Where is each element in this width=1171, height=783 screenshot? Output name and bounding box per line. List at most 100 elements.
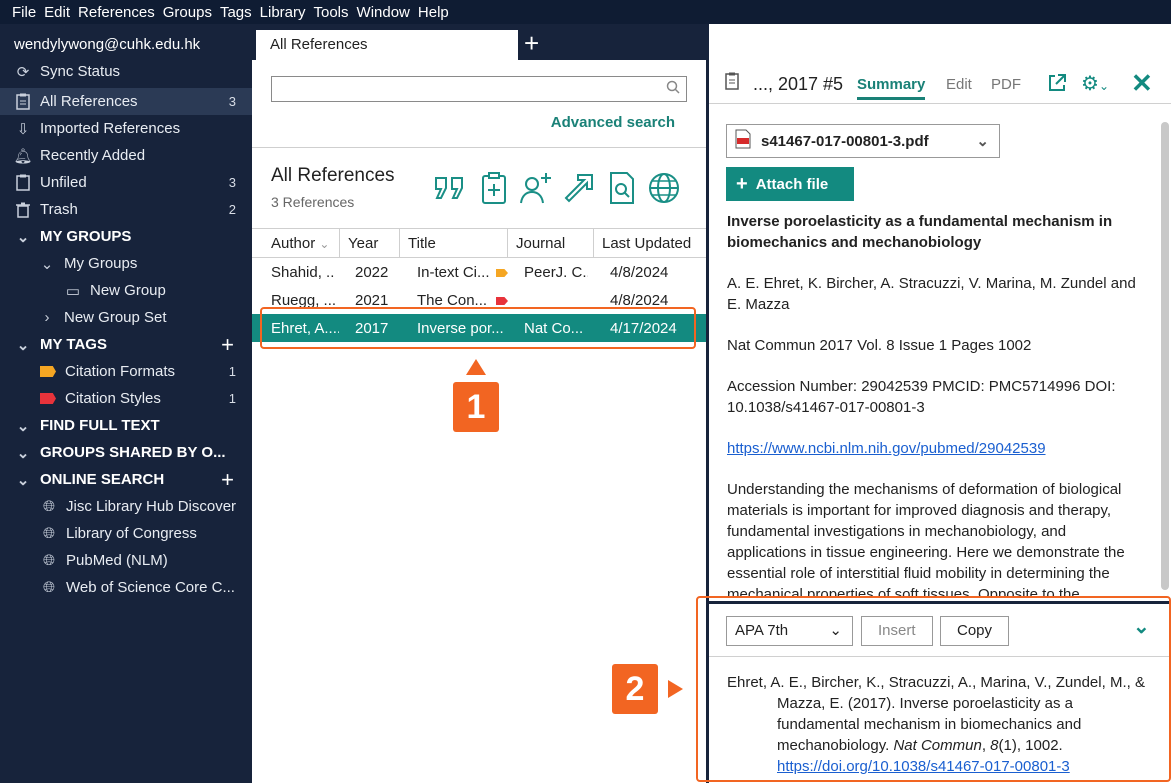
section-online-search[interactable]: ⌄ ONLINE SEARCH + (0, 466, 252, 493)
reference-icon (725, 72, 739, 94)
gear-icon[interactable]: ⚙⌄ (1081, 71, 1109, 96)
sidebar-item-tag-citation-styles[interactable]: Citation Styles 1 (0, 385, 252, 412)
sort-chevron-icon: ⌄ (319, 237, 330, 251)
add-tag-icon[interactable]: + (221, 332, 234, 358)
cell-year: 2022 (355, 264, 389, 281)
sync-icon: ⟳ (16, 63, 30, 81)
sidebar-item-trash[interactable]: Trash 2 (0, 196, 252, 223)
menu-library[interactable]: Library (260, 4, 306, 21)
sidebar-item-label: My Groups (64, 255, 138, 272)
callout-arrow-1 (466, 359, 486, 375)
sidebar-item-online-pubmed[interactable]: 🌐︎ PubMed (NLM) (0, 547, 252, 574)
reference-url[interactable]: https://www.ncbi.nlm.nih.gov/pubmed/2904… (727, 438, 1147, 459)
count-badge: 3 (228, 94, 236, 109)
menu-help[interactable]: Help (418, 4, 449, 21)
library-tab-bar: All References + (252, 24, 706, 60)
reference-abstract: Understanding the mechanisms of deformat… (727, 481, 1125, 598)
cell-author: Shahid, ... (271, 264, 335, 281)
column-author[interactable]: Author ⌄ (252, 229, 340, 257)
cell-journal: PeerJ. C... (524, 264, 588, 281)
export-arrow-icon[interactable] (560, 170, 596, 206)
menu-window[interactable]: Window (357, 4, 410, 21)
sidebar-item-imported[interactable]: ⇩ Imported References (0, 115, 252, 142)
menu-groups[interactable]: Groups (163, 4, 212, 21)
count-badge: 1 (228, 391, 236, 406)
section-label: GROUPS SHARED BY O... (40, 444, 226, 461)
tag-icon (496, 297, 508, 305)
scrollbar[interactable] (1161, 122, 1169, 590)
sidebar-item-new-group[interactable]: ▭ New Group (0, 277, 252, 304)
close-icon[interactable]: ✕ (1131, 70, 1153, 96)
online-search-globe-icon[interactable] (646, 170, 682, 206)
section-groups-shared[interactable]: ⌄ GROUPS SHARED BY O... (0, 439, 252, 466)
sidebar-item-label: All References (40, 93, 138, 110)
column-year[interactable]: Year (340, 229, 400, 257)
sidebar-item-sync[interactable]: ⟳ Sync Status (0, 58, 252, 85)
find-full-text-icon[interactable] (604, 170, 640, 206)
column-title[interactable]: Title (400, 229, 508, 257)
share-user-icon[interactable] (518, 170, 554, 206)
sidebar-item-label: Citation Formats (65, 363, 176, 380)
sidebar-item-unfiled[interactable]: Unfiled 3 (0, 169, 252, 196)
sidebar-item-recent[interactable]: 🔔︎ Recently Added (0, 142, 252, 169)
section-my-groups[interactable]: ⌄ MY GROUPS (0, 223, 252, 250)
reference-title: Inverse poroelasticity as a fundamental … (727, 213, 1113, 251)
sidebar-item-all-references[interactable]: All References 3 (0, 88, 252, 115)
quote-icon[interactable] (432, 170, 468, 206)
sidebar-item-online-jisc[interactable]: 🌐︎ Jisc Library Hub Discover (0, 493, 252, 520)
attach-file-button[interactable]: + Attach file (726, 167, 854, 201)
sidebar-item-label: Recently Added (40, 147, 146, 164)
menu-references[interactable]: References (78, 4, 155, 21)
menu-bar: File Edit References Groups Tags Library… (0, 0, 1171, 24)
sidebar-item-online-wos[interactable]: 🌐︎ Web of Science Core C... (0, 574, 252, 601)
tab-summary[interactable]: Summary (857, 76, 926, 100)
menu-edit[interactable]: Edit (44, 4, 70, 21)
callout-badge-2: 2 (612, 664, 658, 714)
account-email: wendylywong@cuhk.edu.hk (14, 36, 201, 53)
menu-tools[interactable]: Tools (314, 4, 349, 21)
chevron-right-icon: › (44, 309, 50, 326)
highlight-box-2 (696, 596, 1171, 782)
document-icon (14, 174, 32, 192)
globe-icon: 🌐︎ (42, 525, 55, 542)
detail-header: ..., 2017 #5 Summary Edit PDF ⚙⌄ ✕ (709, 24, 1171, 104)
divider (252, 147, 706, 148)
section-find-full-text[interactable]: ⌄ FIND FULL TEXT (0, 412, 252, 439)
count-badge: 2 (228, 202, 236, 217)
add-online-search-icon[interactable]: + (221, 467, 234, 493)
attach-file-label: Attach file (755, 175, 829, 193)
sidebar-item-label: Library of Congress (66, 525, 197, 542)
tab-pdf[interactable]: PDF (991, 76, 1021, 93)
sidebar-item-label: Web of Science Core C... (66, 579, 235, 596)
tab-edit[interactable]: Edit (946, 76, 972, 93)
count-badge: 3 (228, 175, 236, 190)
reference-detail-pane: ..., 2017 #5 Summary Edit PDF ⚙⌄ ✕ s4146… (696, 24, 1171, 783)
tab-all-references[interactable]: All References (256, 30, 518, 60)
document-icon (14, 93, 32, 111)
search-input[interactable] (271, 76, 687, 102)
menu-tags[interactable]: Tags (220, 4, 252, 21)
sidebar-item-new-group-set[interactable]: › New Group Set (0, 304, 252, 331)
table-header: Author ⌄ Year Title Journal Last Updated (252, 228, 706, 258)
pdf-attachment-select[interactable]: s41467-017-00801-3.pdf ⌄ (726, 124, 1000, 158)
sidebar-item-online-loc[interactable]: 🌐︎ Library of Congress (0, 520, 252, 547)
advanced-search-link[interactable]: Advanced search (551, 114, 675, 131)
sidebar-item-tag-citation-formats[interactable]: Citation Formats 1 (0, 358, 252, 385)
tag-icon (496, 269, 508, 277)
section-my-tags[interactable]: ⌄ MY TAGS + (0, 331, 252, 358)
open-external-icon[interactable] (1047, 73, 1067, 97)
menu-file[interactable]: File (12, 4, 36, 21)
chevron-down-icon: ⌄ (40, 255, 54, 273)
column-journal[interactable]: Journal (508, 229, 594, 257)
add-tab-icon[interactable]: + (524, 30, 539, 56)
table-row[interactable]: Shahid, ... 2022 In-text Ci... PeerJ. C.… (252, 258, 706, 286)
sidebar-item-my-groups[interactable]: ⌄ My Groups (0, 250, 252, 277)
column-last-updated[interactable]: Last Updated (594, 229, 706, 257)
trash-icon (14, 201, 32, 219)
tag-icon (40, 393, 56, 404)
import-icon: ⇩ (16, 120, 30, 138)
section-label: MY GROUPS (40, 228, 132, 245)
pdf-filename: s41467-017-00801-3.pdf (761, 132, 929, 150)
section-label: ONLINE SEARCH (40, 471, 165, 488)
add-to-clipboard-icon[interactable] (476, 170, 512, 206)
